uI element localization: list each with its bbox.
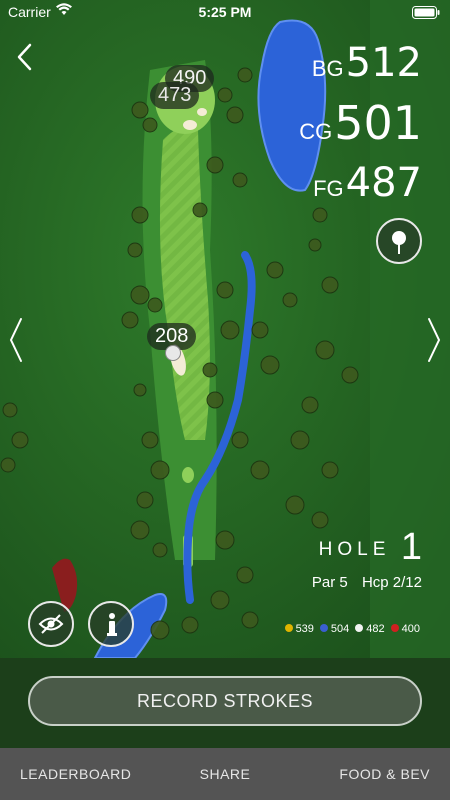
status-time: 5:25 PM [198, 4, 252, 20]
status-bar: Carrier 5:25 PM [0, 0, 450, 24]
eye-off-icon [38, 614, 64, 634]
hole-number: 1 [400, 526, 422, 568]
flag-pin-icon [392, 231, 406, 254]
yardage-bg-value: 512 [345, 40, 422, 86]
hole-label: HOLE [318, 539, 391, 560]
yardage-bg: BG512 [312, 40, 422, 86]
flag-pin-button[interactable] [376, 218, 422, 264]
yardage-cg-value: 501 [334, 96, 422, 150]
hole-par: Par 5 [311, 574, 348, 591]
tee-legend: 539 504 482 400 [279, 623, 420, 635]
info-button[interactable] [88, 601, 134, 647]
tee-dot [355, 624, 364, 632]
yardage-fg-label: FG [313, 176, 344, 201]
chevron-left-icon[interactable] [12, 40, 36, 74]
yardage-bg-label: BG [311, 56, 344, 81]
next-hole-button[interactable] [424, 315, 444, 365]
tee-yardage: 400 [401, 623, 420, 635]
tee-dot [390, 624, 399, 632]
layup-marker[interactable] [165, 345, 181, 361]
yardage-cg: CG501 [299, 96, 422, 150]
bottom-tab-bar: LEADERBOARD SHARE FOOD & BEV [0, 748, 450, 800]
battery-icon [412, 6, 440, 22]
yardage-fg-value: 487 [345, 160, 422, 206]
tee-dot [319, 624, 328, 632]
yardage-fg: FG487 [313, 160, 422, 206]
angle-right-icon [428, 318, 441, 362]
tee-yardage: 482 [366, 623, 385, 635]
angle-left-icon [9, 318, 22, 362]
hole-details: Par 5 Hcp 2/12 [312, 574, 422, 591]
record-strokes-button[interactable]: RECORD STROKES [28, 676, 422, 726]
yardage-cg-label: CG [299, 119, 333, 144]
hole-info: HOLE 1 [319, 526, 422, 569]
hole-handicap: Hcp 2/12 [361, 574, 422, 591]
pin-front-distance: 473 [150, 82, 200, 109]
info-icon [107, 613, 117, 636]
tee-dot [284, 624, 293, 632]
previous-hole-button[interactable] [6, 315, 26, 365]
tee-yardage: 539 [295, 623, 314, 635]
hide-overlay-button[interactable] [28, 601, 74, 647]
tee-yardage: 504 [330, 623, 350, 635]
tab-food-bev[interactable]: FOOD & BEV [339, 766, 430, 782]
